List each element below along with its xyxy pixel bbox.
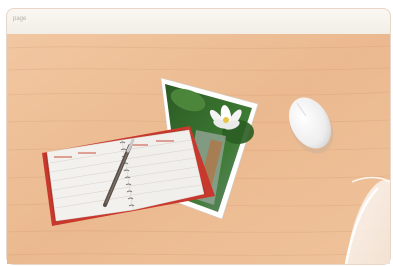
desk-mat-scene: page [0,0,393,266]
desk-illustration [7,34,391,265]
